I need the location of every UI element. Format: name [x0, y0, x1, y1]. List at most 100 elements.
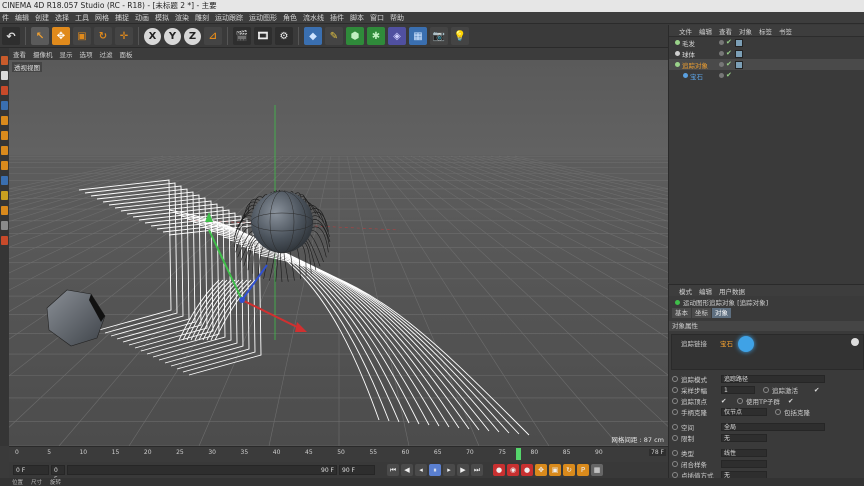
- menu-item[interactable]: 流水线: [303, 13, 324, 23]
- animate-radio[interactable]: [672, 423, 678, 430]
- menu-item[interactable]: 运动图形: [249, 13, 277, 23]
- lock-workplane-icon[interactable]: [1, 206, 8, 215]
- move-tool-icon[interactable]: ✥: [52, 27, 70, 45]
- menu-item[interactable]: 创建: [35, 13, 49, 23]
- viewport-menu-item[interactable]: 显示: [60, 49, 73, 59]
- gizmo-x-arrow[interactable]: [295, 322, 307, 332]
- cloner-icon[interactable]: ✱: [367, 27, 385, 45]
- object-manager-menu-item[interactable]: 对象: [739, 26, 752, 36]
- menu-item[interactable]: 脚本: [350, 13, 364, 23]
- enabled-check-icon[interactable]: ✔: [726, 39, 733, 46]
- sculpt-icon[interactable]: [1, 221, 8, 230]
- axis-y-button[interactable]: Y: [164, 27, 181, 45]
- scale-tool-icon[interactable]: ▣: [73, 27, 91, 45]
- menu-item[interactable]: 工具: [75, 13, 89, 23]
- axis-mode-icon[interactable]: [1, 161, 8, 170]
- menu-item[interactable]: 运动跟踪: [215, 13, 243, 23]
- animate-radio[interactable]: [737, 397, 743, 404]
- animate-radio[interactable]: [763, 386, 769, 393]
- menu-item[interactable]: 件: [2, 13, 9, 23]
- attribute-value[interactable]: 无: [721, 433, 767, 442]
- animate-radio[interactable]: [672, 375, 678, 382]
- undo-icon[interactable]: ↶: [2, 27, 20, 45]
- menu-item[interactable]: 捕捉: [115, 13, 129, 23]
- gizmo-x-axis[interactable]: [241, 299, 300, 329]
- render-settings-icon[interactable]: ⚙: [275, 27, 293, 45]
- select-tool-icon[interactable]: ↖: [31, 27, 49, 45]
- camera-icon[interactable]: 📷: [430, 27, 448, 45]
- gizmo-y-arrow[interactable]: [205, 212, 213, 222]
- range-slider[interactable]: 90 F: [67, 465, 337, 475]
- menu-item[interactable]: 渲染: [175, 13, 189, 23]
- timeline-playhead[interactable]: [515, 448, 521, 460]
- object-row[interactable]: 球体 ✔: [669, 48, 864, 59]
- animate-radio[interactable]: [775, 408, 781, 415]
- record-icon[interactable]: ●: [493, 464, 505, 476]
- object-name[interactable]: 追踪对象: [682, 60, 708, 70]
- animate-radio[interactable]: [672, 460, 678, 467]
- attribute-value[interactable]: 追踪路径: [721, 374, 825, 383]
- attribute-value[interactable]: 1: [721, 385, 755, 394]
- attribute-value[interactable]: 仅节点: [721, 407, 767, 416]
- gem-object[interactable]: [46, 289, 106, 347]
- menu-item[interactable]: 网格: [95, 13, 109, 23]
- enabled-check-icon[interactable]: ✔: [726, 50, 733, 57]
- menu-item[interactable]: 选择: [55, 13, 69, 23]
- previous-frame-icon[interactable]: ◂: [415, 464, 427, 476]
- material-tag-icon[interactable]: [735, 38, 743, 47]
- go-to-end-icon[interactable]: ⏭: [471, 464, 483, 476]
- gizmo-center[interactable]: [239, 297, 245, 303]
- sphere-object[interactable]: [251, 191, 313, 253]
- menu-item[interactable]: 角色: [283, 13, 297, 23]
- object-name[interactable]: 球体: [682, 49, 695, 59]
- visibility-dot-icon[interactable]: [719, 62, 724, 67]
- texture-mode-icon[interactable]: [1, 86, 8, 95]
- enabled-check-icon[interactable]: ✔: [726, 72, 733, 79]
- magnet-icon[interactable]: [1, 236, 8, 245]
- object-manager-menu-item[interactable]: 书签: [779, 26, 792, 36]
- animate-radio[interactable]: [672, 408, 678, 415]
- object-row[interactable]: 宝石 ✔: [669, 70, 864, 81]
- cube-primitive-icon[interactable]: ◆: [304, 27, 322, 45]
- key-position-icon[interactable]: ✥: [535, 464, 547, 476]
- next-frame-icon[interactable]: ▸: [443, 464, 455, 476]
- viewport-menu-item[interactable]: 面板: [120, 49, 133, 59]
- attribute-value[interactable]: [721, 459, 767, 468]
- check-icon[interactable]: ✔: [814, 386, 819, 394]
- animate-radio[interactable]: [672, 386, 678, 393]
- timeline[interactable]: 0 5 10 15 20 25 30 35 40 45 50 55 60 65 70 75 80 85 90 78 …: [9, 446, 668, 462]
- trace-link-value[interactable]: 宝石: [720, 338, 733, 348]
- menu-item[interactable]: 雕刻: [195, 13, 209, 23]
- points-mode-icon[interactable]: [1, 116, 8, 125]
- render-view-icon[interactable]: 🎬: [233, 27, 251, 45]
- attribute-value[interactable]: 线性: [721, 448, 767, 457]
- perspective-viewport[interactable]: 透视视图 网格间距 : 87 cm: [9, 60, 668, 446]
- object-manager-menu-item[interactable]: 文件: [679, 26, 692, 36]
- play-icon[interactable]: ⏸: [429, 464, 441, 476]
- material-tag-icon[interactable]: [735, 60, 743, 69]
- tweak-mode-icon[interactable]: [1, 176, 8, 185]
- animate-radio[interactable]: [672, 434, 678, 441]
- key-rotation-icon[interactable]: ↻: [563, 464, 575, 476]
- snap-icon[interactable]: [1, 191, 8, 200]
- render-picture-viewer-icon[interactable]: 🎞: [254, 27, 272, 45]
- attribute-menu-item[interactable]: 模式: [679, 286, 692, 296]
- end-frame-field[interactable]: 90 F: [339, 465, 375, 475]
- menu-item[interactable]: 插件: [330, 13, 344, 23]
- attribute-value[interactable]: ✔: [721, 397, 729, 405]
- model-mode-icon[interactable]: [1, 71, 8, 80]
- subdivision-icon[interactable]: ⬢: [346, 27, 364, 45]
- floor-icon[interactable]: ▦: [409, 27, 427, 45]
- rotate-tool-icon[interactable]: ↻: [94, 27, 112, 45]
- attribute-menu-item[interactable]: 用户数据: [719, 286, 745, 296]
- attribute-tab[interactable]: 对象: [712, 308, 731, 318]
- visibility-dot-icon[interactable]: [719, 51, 724, 56]
- polygons-mode-icon[interactable]: [1, 146, 8, 155]
- transform-tool-icon[interactable]: ✛: [115, 27, 133, 45]
- menu-item[interactable]: 窗口: [370, 13, 384, 23]
- previous-key-icon[interactable]: ◀: [401, 464, 413, 476]
- viewport-menu-item[interactable]: 选项: [80, 49, 93, 59]
- pen-spline-icon[interactable]: ✎: [325, 27, 343, 45]
- key-scale-icon[interactable]: ▣: [549, 464, 561, 476]
- make-editable-icon[interactable]: [1, 56, 8, 65]
